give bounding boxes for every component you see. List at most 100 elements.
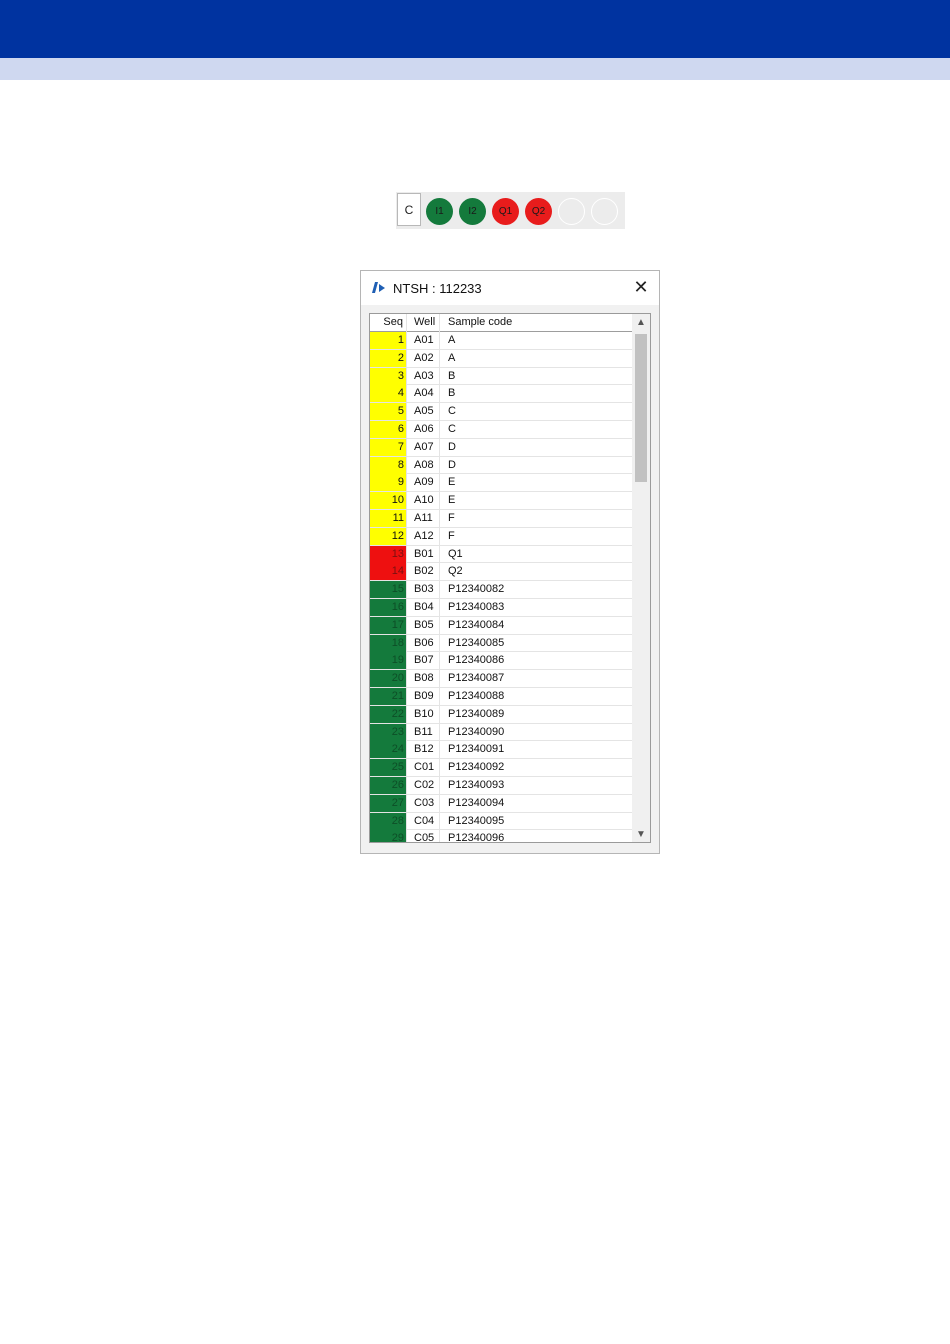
sub-banner [0,58,950,80]
control-button[interactable]: C [397,193,421,226]
table-row[interactable]: 25 C01 P12340092 [370,759,632,777]
table-row[interactable]: 3 A03 B [370,367,632,386]
seq-cell: 29 [370,830,406,842]
table-row[interactable]: 1 A01 A [370,332,632,350]
sample-code-cell: P12340086 [448,654,505,667]
sample-code-cell: P12340090 [448,725,505,738]
table-row[interactable]: 13 B01 Q1 [370,545,632,564]
seq-cell: 6 [370,420,406,438]
table-row[interactable]: 7 A07 D [370,438,632,457]
grid-rows: 1 A01 A 2 A02 A 3 A03 B 4 A04 B 5 A05 C 6 A06 C 7 A07 D 8 A08 D… [370,332,632,843]
seq-cell: 19 [370,652,406,670]
sample-code-cell: F [448,511,455,524]
table-row[interactable]: 23 B11 P12340090 [370,723,632,742]
column-header-well[interactable]: Well [407,314,440,331]
seq-cell: 21 [370,687,406,705]
sample-code-cell: P12340087 [448,672,505,685]
sample-code-cell: D [448,440,456,453]
sample-code-cell: P12340091 [448,743,505,756]
sample-code-cell: F [448,529,455,542]
sample-code-cell: C [448,405,456,418]
well-empty[interactable] [591,198,618,225]
well-cell: A12 [414,529,434,542]
sample-code-cell: E [448,494,456,507]
well-cell: B05 [414,618,434,631]
seq-cell: 14 [370,563,406,581]
well-cell: B01 [414,547,434,560]
well-i2[interactable]: I2 [459,198,486,225]
table-row[interactable]: 15 B03 P12340082 [370,581,632,599]
well-cell: B09 [414,689,434,702]
sample-code-cell: A [448,351,456,364]
seq-cell: 22 [370,705,406,723]
table-row[interactable]: 12 A12 F [370,527,632,546]
table-row[interactable]: 2 A02 A [370,349,632,368]
table-row[interactable]: 27 C03 P12340094 [370,794,632,813]
grid-header: Seq Well Sample code [370,314,632,332]
table-row[interactable]: 5 A05 C [370,403,632,421]
table-row[interactable]: 11 A11 F [370,509,632,528]
sample-dialog: NTSH : 112233 ✕ Seq Well Sample code 1 A0… [360,270,660,854]
table-row[interactable]: 17 B05 P12340084 [370,616,632,635]
table-row[interactable]: 14 B02 Q2 [370,563,632,582]
sample-code-cell: P12340094 [448,796,505,809]
table-row[interactable]: 28 C04 P12340095 [370,812,632,831]
column-header-seq[interactable]: Seq [370,314,407,331]
sample-code-cell: D [448,458,456,471]
seq-cell: 15 [370,581,406,599]
well-empty[interactable] [558,198,585,225]
well-q2[interactable]: Q2 [525,198,552,225]
seq-cell: 12 [370,527,406,545]
scrollbar-thumb[interactable] [635,334,647,482]
sample-code-cell: B [448,369,456,382]
well-q1[interactable]: Q1 [492,198,519,225]
well-cell: A11 [414,511,433,524]
well-cell: B08 [414,672,434,685]
table-row[interactable]: 20 B08 P12340087 [370,670,632,688]
seq-cell: 23 [370,723,406,741]
seq-cell: 18 [370,634,406,652]
chevron-up-icon[interactable]: ▲ [632,314,650,330]
well-i1[interactable]: I1 [426,198,453,225]
well-cell: C05 [414,832,435,843]
table-row[interactable]: 10 A10 E [370,492,632,510]
seq-cell: 28 [370,812,406,830]
seq-cell: 25 [370,759,406,777]
table-row[interactable]: 6 A06 C [370,420,632,439]
seq-cell: 7 [370,438,406,456]
sample-code-cell: P12340085 [448,636,505,649]
seq-cell: 27 [370,794,406,812]
table-row[interactable]: 26 C02 P12340093 [370,776,632,795]
seq-cell: 5 [370,403,406,421]
table-row[interactable]: 21 B09 P12340088 [370,687,632,706]
well-cell: A03 [414,369,434,382]
sample-code-cell: P12340089 [448,707,505,720]
dialog-title: NTSH : 112233 [393,281,482,296]
dialog-titlebar[interactable]: NTSH : 112233 ✕ [361,271,659,305]
vertical-scrollbar[interactable]: ▲ ▼ [632,314,650,842]
table-row[interactable]: 18 B06 P12340085 [370,634,632,653]
seq-cell: 24 [370,741,406,759]
table-row[interactable]: 9 A09 E [370,474,632,493]
table-row[interactable]: 22 B10 P12340089 [370,705,632,724]
column-header-sample-code[interactable]: Sample code [440,314,632,331]
well-cell: C02 [414,778,435,791]
sample-code-cell: P12340093 [448,778,505,791]
table-row[interactable]: 8 A08 D [370,456,632,475]
well-cell: B11 [414,725,433,738]
table-row[interactable]: 4 A04 B [370,385,632,404]
sample-code-cell: Q1 [448,547,463,560]
well-cell: A10 [414,494,434,507]
sample-code-cell: Q2 [448,565,463,578]
well-cell: B02 [414,565,434,578]
seq-cell: 17 [370,616,406,634]
well-cell: A06 [414,422,434,435]
table-row[interactable]: 24 B12 P12340091 [370,741,632,760]
table-row[interactable]: 19 B07 P12340086 [370,652,632,671]
sample-code-cell: P12340095 [448,814,505,827]
sample-code-cell: P12340096 [448,832,505,843]
table-row[interactable]: 29 C05 P12340096 [370,830,632,843]
chevron-down-icon[interactable]: ▼ [632,826,650,842]
close-icon[interactable]: ✕ [631,277,651,297]
table-row[interactable]: 16 B04 P12340083 [370,598,632,617]
